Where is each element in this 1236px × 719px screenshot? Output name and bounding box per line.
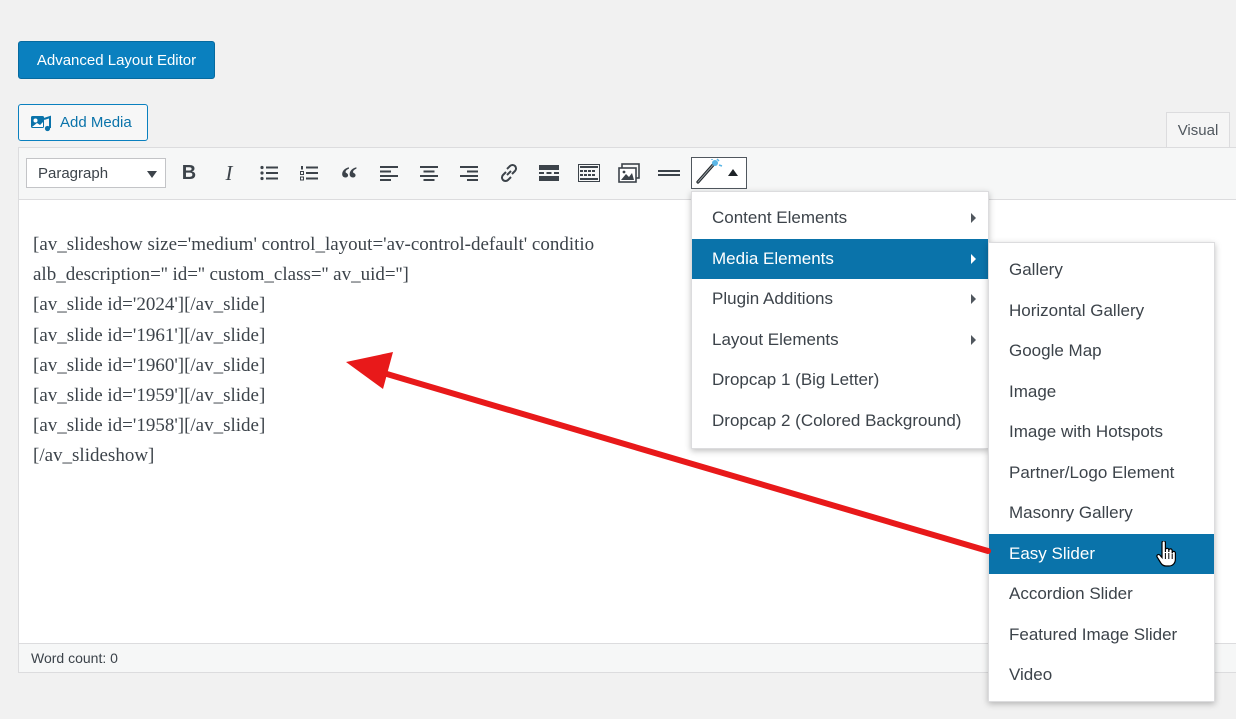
gallery-icon[interactable] — [614, 158, 644, 188]
tab-visual[interactable]: Visual — [1166, 112, 1230, 148]
editor-toolbar: Paragraph B I “ — [19, 148, 1236, 200]
menu-item-label: Dropcap 1 (Big Letter) — [712, 370, 880, 390]
submenu-item-partner-logo-element[interactable]: Partner/Logo Element — [989, 453, 1214, 494]
media-elements-submenu: Gallery Horizontal Gallery Google Map Im… — [988, 242, 1215, 702]
menu-item-label: Media Elements — [712, 248, 834, 268]
menu-item-dropcap-2[interactable]: Dropcap 2 (Colored Background) — [692, 401, 988, 442]
menu-item-content-elements[interactable]: Content Elements — [692, 198, 988, 239]
submenu-item-featured-image-slider[interactable]: Featured Image Slider — [989, 615, 1214, 656]
menu-item-plugin-additions[interactable]: Plugin Additions — [692, 279, 988, 320]
submenu-item-horizontal-gallery[interactable]: Horizontal Gallery — [989, 291, 1214, 332]
read-more-icon[interactable] — [534, 158, 564, 188]
chevron-right-icon — [971, 294, 976, 304]
menu-item-label: Content Elements — [712, 208, 848, 228]
chevron-right-icon — [971, 213, 976, 223]
add-media-button[interactable]: Add Media — [18, 104, 148, 141]
menu-item-label: Dropcap 2 (Colored Background) — [712, 410, 962, 430]
italic-icon[interactable]: I — [214, 158, 244, 188]
align-center-icon[interactable] — [414, 158, 444, 188]
chevron-up-icon — [728, 169, 738, 176]
chevron-down-icon — [147, 171, 157, 178]
submenu-item-masonry-gallery[interactable]: Masonry Gallery — [989, 493, 1214, 534]
menu-item-media-elements[interactable]: Media Elements — [692, 238, 988, 279]
advanced-layout-editor-button[interactable]: Advanced Layout Editor — [18, 41, 215, 79]
blockquote-icon[interactable]: “ — [334, 158, 364, 198]
toolbar-toggle-icon[interactable] — [574, 158, 604, 188]
submenu-item-easy-slider[interactable]: Easy Slider — [989, 533, 1214, 574]
align-left-icon[interactable] — [374, 158, 404, 188]
format-select[interactable]: Paragraph — [26, 158, 166, 188]
menu-item-label: Layout Elements — [712, 329, 839, 349]
bulleted-list-icon[interactable] — [254, 158, 284, 188]
menu-item-label: Plugin Additions — [712, 289, 833, 309]
submenu-item-gallery[interactable]: Gallery — [989, 250, 1214, 291]
horizontal-rule-icon[interactable] — [654, 158, 684, 188]
submenu-item-image[interactable]: Image — [989, 372, 1214, 413]
align-right-icon[interactable] — [454, 158, 484, 188]
format-select-value: Paragraph — [38, 164, 109, 182]
link-icon[interactable] — [494, 158, 524, 188]
submenu-item-video[interactable]: Video — [989, 655, 1214, 696]
add-media-icon — [30, 113, 52, 133]
submenu-item-google-map[interactable]: Google Map — [989, 331, 1214, 372]
submenu-item-image-with-hotspots[interactable]: Image with Hotspots — [989, 412, 1214, 453]
shortcode-menu: Content Elements Media Elements Plugin A… — [691, 191, 989, 449]
hand-pointer-icon — [1156, 540, 1176, 572]
numbered-list-icon[interactable] — [294, 158, 324, 188]
shortcode-wand-icon — [695, 157, 723, 189]
chevron-right-icon — [971, 334, 976, 345]
bold-icon[interactable]: B — [174, 158, 204, 188]
submenu-item-accordion-slider[interactable]: Accordion Slider — [989, 574, 1214, 615]
word-count: Word count: 0 — [31, 650, 118, 666]
shortcode-dropdown-button[interactable] — [691, 157, 747, 189]
add-media-label: Add Media — [60, 114, 132, 131]
chevron-right-icon — [971, 253, 976, 264]
menu-item-layout-elements[interactable]: Layout Elements — [692, 320, 988, 361]
menu-item-dropcap-1[interactable]: Dropcap 1 (Big Letter) — [692, 360, 988, 401]
